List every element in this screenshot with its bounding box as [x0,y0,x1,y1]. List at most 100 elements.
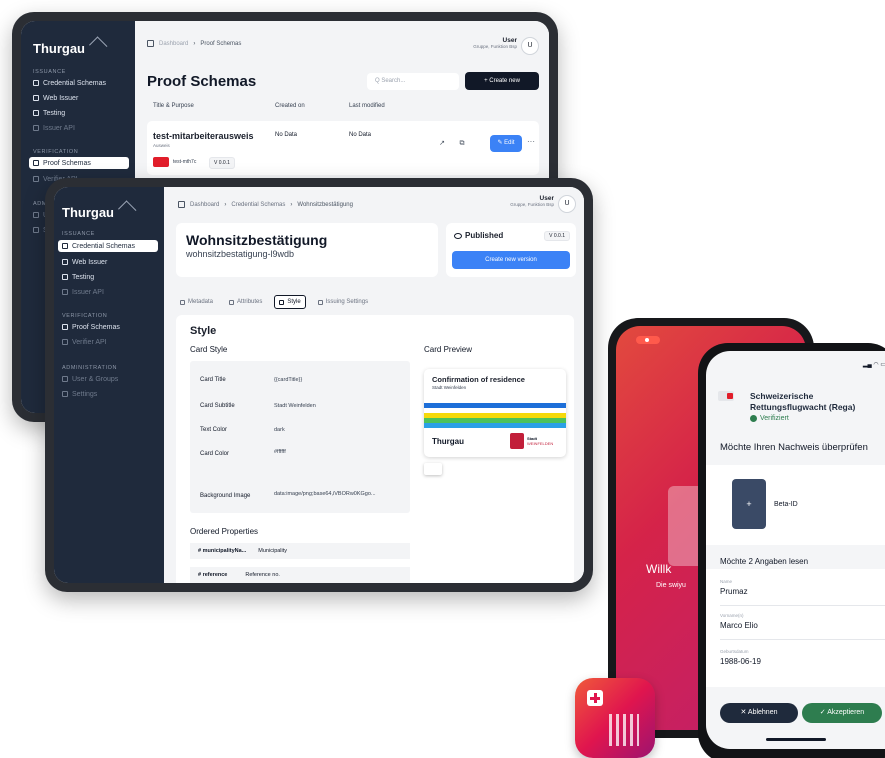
schema-icon [33,80,39,86]
card-icon [279,299,285,305]
style-panel: Style Card Style Card Preview Card Title… [176,315,574,583]
sidebar-item-verifier-api[interactable]: Verifier API [58,336,107,348]
gear-icon [317,299,323,305]
breadcrumb-credential-schemas[interactable]: Credential Schemas [231,202,285,208]
search-input[interactable]: Q Search... [367,73,459,90]
flask-icon [62,274,68,280]
brand-logo: Thurgau [62,200,137,220]
proof-icon [33,160,39,166]
code-icon [33,176,39,182]
swiyu-app-icon[interactable] [575,678,655,758]
column-header-modified[interactable]: Last modified [349,103,385,109]
tab-issuing-settings[interactable]: Issuing Settings [314,296,372,308]
credential-item[interactable]: + Beta-ID [706,465,885,545]
ordered-key: # municipalityNa... [198,548,247,554]
divider [720,605,885,606]
sidebar-item-testing[interactable]: Testing [58,271,94,283]
breadcrumb: Dashboard › Proof Schemas [147,40,241,47]
verifier-name: Schweizerische Rettungsflugwacht (Rega) [750,391,856,412]
sidebar-item-credential-schemas[interactable]: Credential Schemas [29,77,106,89]
tab-style[interactable]: Style [274,295,306,309]
rega-logo-icon [718,391,734,401]
swiss-cross-icon [587,690,603,706]
code-icon [62,339,68,345]
sidebar-item-settings[interactable]: Settings [58,388,97,400]
card-style-heading: Card Style [190,345,228,354]
field-value: 1988-06-19 [720,657,761,666]
column-header-created[interactable]: Created on [275,103,305,109]
home-indicator[interactable] [766,738,826,741]
flask-icon [33,110,39,116]
section-issuance: ISSUANCE [33,69,66,75]
property-value[interactable]: #ffffff [274,449,286,455]
main-content: Dashboard › Credential Schemas › Wohnsit… [164,187,584,583]
property-key: Card Subtitle [200,403,235,409]
more-icon[interactable]: ··· [527,137,535,146]
tab-bar: Metadata Attributes Style Issuing Settin… [176,295,372,309]
sidebar-item-issuer-api[interactable]: Issuer API [58,286,104,298]
welcome-subtitle: Die swiyu [656,582,686,589]
schema-purpose: Ausweis [153,143,170,148]
version-badge: V 0.0.1 [544,231,570,241]
sidebar-item-proof-schemas[interactable]: Proof Schemas [29,157,129,169]
create-new-button[interactable]: + Create new [465,72,539,90]
create-new-version-button[interactable]: Create new version [452,251,570,269]
front-phone: ▂▄ ◠ ▭ Schweizerische Rettungsflugwacht (… [698,343,885,758]
tab-metadata[interactable]: Metadata [176,296,217,308]
section-issuance: ISSUANCE [62,231,95,237]
sidebar-item-users-groups[interactable]: User & Groups [58,373,118,385]
version-badge: V 0.0.1 [209,157,235,169]
breadcrumb-separator-icon: › [290,201,293,208]
sidebar-item-testing[interactable]: Testing [29,107,65,119]
sidebar-item-web-issuer[interactable]: Web Issuer [58,256,107,268]
read-count-text: Möchte 2 Angaben lesen [720,557,809,566]
sidebar-item-credential-schemas[interactable]: Credential Schemas [58,240,158,252]
avatar[interactable]: U [558,195,576,213]
avatar[interactable]: U [521,37,539,55]
preview-thumbnail[interactable] [424,463,442,475]
field-label: Geburtsdatum [720,649,749,654]
preview-title: Confirmation of residence [432,375,525,384]
breadcrumb-dashboard[interactable]: Dashboard [190,202,219,208]
property-value[interactable]: Stadt Weinfelden [274,403,316,409]
property-key: Card Title [200,377,226,383]
preview-subtitle: Stadt Weinfelden [432,385,467,390]
barcode-pattern-icon [609,714,639,746]
breadcrumb-dashboard[interactable]: Dashboard [159,41,188,47]
list-item[interactable]: # municipalityNa... Municipality [190,543,410,559]
card-preview-heading: Card Preview [424,345,473,354]
open-external-icon[interactable]: ↗ [435,137,449,151]
welcome-text: WillkF [646,562,705,576]
property-value[interactable]: {{cardTitle}} [274,377,302,383]
modified-value: No Data [349,132,372,138]
ordered-value: Municipality [258,548,288,554]
column-header-title[interactable]: Title & Purpose [153,103,194,109]
tab-attributes[interactable]: Attributes [225,296,266,308]
edit-button[interactable]: ✎ Edit [490,135,522,152]
breadcrumb: Dashboard › Credential Schemas › Wohnsit… [178,201,353,208]
section-verification: VERIFICATION [33,149,79,155]
sidebar-item-proof-schemas[interactable]: Proof Schemas [58,321,120,333]
sidebar-item-web-issuer[interactable]: Web Issuer [29,92,78,104]
card-style-properties: Card Title {{cardTitle}} Card Subtitle S… [190,361,410,513]
user-name: User [539,195,554,202]
code-icon [62,289,68,295]
sidebar-item-issuer-api[interactable]: Issuer API [29,122,75,134]
property-value[interactable]: data:image/png;base64,iVBORw0KGgo... [274,491,376,497]
preview-logo: Thurgau [432,437,464,446]
user-role: Gruppe, Funktion Bsp [510,202,554,207]
status-bar-icons: ▂▄ ◠ ▭ [862,362,885,368]
property-key: Card Color [200,451,230,457]
dashboard-icon [178,201,185,208]
accept-button[interactable]: ✓ Akzeptieren [802,703,882,723]
property-value[interactable]: dark [274,427,285,433]
decline-button[interactable]: ✕ Ablehnen [720,703,798,723]
credential-name: Beta-ID [774,501,798,508]
user-role: Gruppe, Funktion Bsp [473,44,517,49]
schema-icon [62,243,68,249]
front-tablet-screen: Thurgau ISSUANCE Credential Schemas Web … [54,187,584,583]
list-item[interactable]: # reference Reference no. [190,567,410,583]
publish-card: Published V 0.0.1 Create new version [446,223,576,277]
table-row[interactable]: test-mitarbeiterausweis Ausweis No Data … [147,121,539,175]
copy-icon[interactable]: ⧉ [455,137,469,151]
